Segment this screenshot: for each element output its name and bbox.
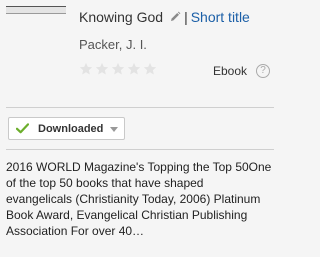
title-separator: | [184, 9, 188, 25]
star-icon[interactable] [111, 62, 125, 76]
author-name: Packer, J. I. [79, 37, 147, 52]
chevron-down-icon [110, 127, 118, 132]
pencil-icon[interactable] [169, 11, 181, 23]
star-rating[interactable] [79, 62, 157, 76]
divider [6, 107, 274, 108]
star-icon[interactable] [143, 62, 157, 76]
star-icon[interactable] [127, 62, 141, 76]
book-description: 2016 WORLD Magazine's Topping the Top 50… [6, 160, 272, 238]
check-icon [16, 123, 29, 134]
download-status-dropdown[interactable]: Downloaded [8, 117, 125, 140]
divider [6, 149, 274, 150]
star-icon[interactable] [79, 62, 93, 76]
book-cover-thumbnail[interactable] [6, 6, 66, 14]
format-label: Ebook [213, 64, 248, 78]
title-row: Knowing God | Short title [79, 9, 250, 25]
short-title-link[interactable]: Short title [191, 9, 250, 25]
download-status-label: Downloaded [38, 122, 104, 135]
star-icon[interactable] [95, 62, 109, 76]
book-title: Knowing God [79, 9, 164, 25]
help-icon[interactable]: ? [256, 64, 270, 78]
